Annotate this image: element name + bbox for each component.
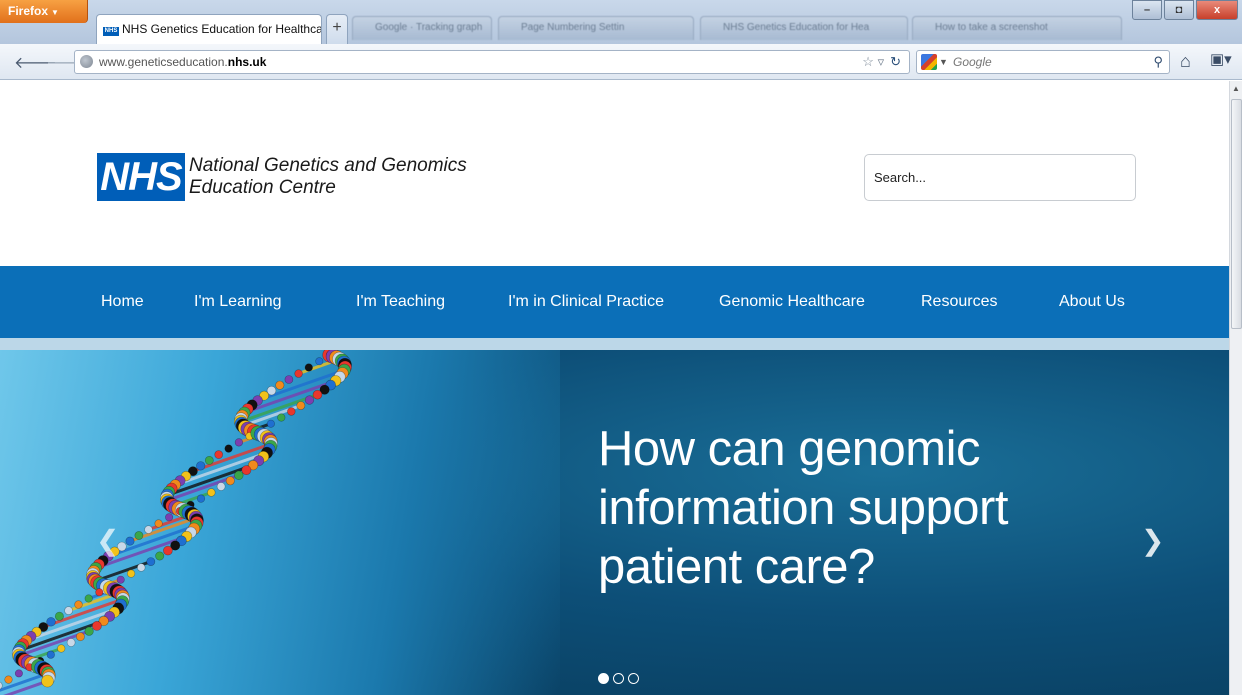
- scroll-up-arrow-icon[interactable]: ▲: [1232, 84, 1240, 93]
- site-search-input[interactable]: [864, 154, 1136, 201]
- logo-line-2: Education Centre: [189, 177, 336, 198]
- globe-icon: [80, 55, 93, 68]
- background-tab[interactable]: Page Numbering Settin: [498, 16, 694, 40]
- nav-genomic-healthcare[interactable]: Genomic Healthcare: [719, 266, 865, 338]
- carousel-dot[interactable]: [598, 673, 609, 684]
- nav-home[interactable]: Home: [101, 266, 144, 338]
- minimize-button[interactable]: –: [1132, 0, 1162, 20]
- vertical-scrollbar[interactable]: ▲: [1229, 81, 1242, 695]
- background-tab[interactable]: How to take a screenshot: [912, 16, 1122, 40]
- new-tab-button[interactable]: +: [326, 14, 348, 44]
- carousel-dot[interactable]: [613, 673, 624, 684]
- url-domain: nhs.uk: [227, 55, 267, 69]
- nav-im-teaching[interactable]: I'm Teaching: [356, 266, 445, 338]
- address-bar[interactable]: www.geneticseducation.nhs.uk ☆ ▿ ↻: [74, 50, 910, 74]
- background-tab[interactable]: NHS Genetics Education for Hea: [700, 16, 908, 40]
- chevron-down-icon: ▼: [939, 57, 948, 67]
- browser-toolbar: 🡐 🡒 www.geneticseducation.nhs.uk ☆ ▿ ↻ ▼ …: [0, 44, 1242, 80]
- restore-button[interactable]: ◘: [1164, 0, 1194, 20]
- browser-tab-strip: Firefox ▼ NHS NHS Genetics Education for H…: [0, 0, 1242, 44]
- history-dropdown-icon[interactable]: ▿: [878, 54, 885, 69]
- hero-heading: How can genomic information support pati…: [598, 422, 1008, 594]
- scrollbar-thumb[interactable]: [1231, 99, 1242, 329]
- nav-im-learning[interactable]: I'm Learning: [194, 266, 282, 338]
- dna-helix-image: [0, 350, 352, 695]
- chevron-down-icon: ▼: [51, 8, 59, 17]
- bookmark-star-icon[interactable]: ☆: [862, 54, 874, 69]
- carousel-prev-arrow-icon[interactable]: ❮: [96, 524, 119, 557]
- google-icon: [921, 54, 937, 70]
- close-window-button[interactable]: x: [1196, 0, 1238, 20]
- nav-about-us[interactable]: About Us: [1059, 266, 1125, 338]
- nav-resources[interactable]: Resources: [921, 266, 997, 338]
- url-prefix: www.geneticseducation.: [99, 55, 228, 69]
- background-tab[interactable]: Google · Tracking graph: [352, 16, 492, 40]
- home-icon[interactable]: ⌂: [1180, 51, 1191, 72]
- tab-title: NHS Genetics Education for Healthcare: [122, 22, 322, 36]
- reload-icon[interactable]: ↻: [890, 54, 901, 69]
- site-logo[interactable]: NHS National Genetics and Genomics Educa…: [97, 153, 467, 201]
- nhs-logo-mark: NHS: [97, 153, 185, 201]
- hero-carousel: ❮ How can genomic information support pa…: [0, 350, 1229, 695]
- nhs-favicon-icon: NHS: [103, 27, 119, 36]
- dna-helix: [0, 350, 352, 695]
- search-engine-placeholder: Google: [953, 55, 992, 69]
- search-icon[interactable]: ⚲: [1153, 51, 1163, 73]
- carousel-indicators: [598, 673, 639, 684]
- firefox-menu-button[interactable]: Firefox ▼: [0, 0, 88, 23]
- logo-text: National Genetics and Genomics Education…: [189, 155, 467, 199]
- nav-clinical-practice[interactable]: I'm in Clinical Practice: [508, 266, 664, 338]
- window-controls: – ◘ x: [1130, 0, 1238, 22]
- nav-divider: [0, 338, 1229, 350]
- logo-line-1: National Genetics and Genomics: [189, 155, 467, 176]
- main-navigation: Home I'm Learning I'm Teaching I'm in Cl…: [0, 266, 1229, 338]
- carousel-next-arrow-icon[interactable]: ❯: [1141, 524, 1164, 557]
- search-engine-box[interactable]: ▼ Google ⚲: [916, 50, 1170, 74]
- carousel-dot[interactable]: [628, 673, 639, 684]
- web-page: NHS National Genetics and Genomics Educa…: [0, 81, 1229, 695]
- url-actions: ☆ ▿ ↻: [862, 51, 901, 73]
- firefox-menu-label: Firefox: [8, 4, 49, 18]
- tab-active[interactable]: NHS NHS Genetics Education for Healthcare: [96, 14, 322, 44]
- bookmarks-menu-icon[interactable]: ▣▾: [1210, 50, 1232, 68]
